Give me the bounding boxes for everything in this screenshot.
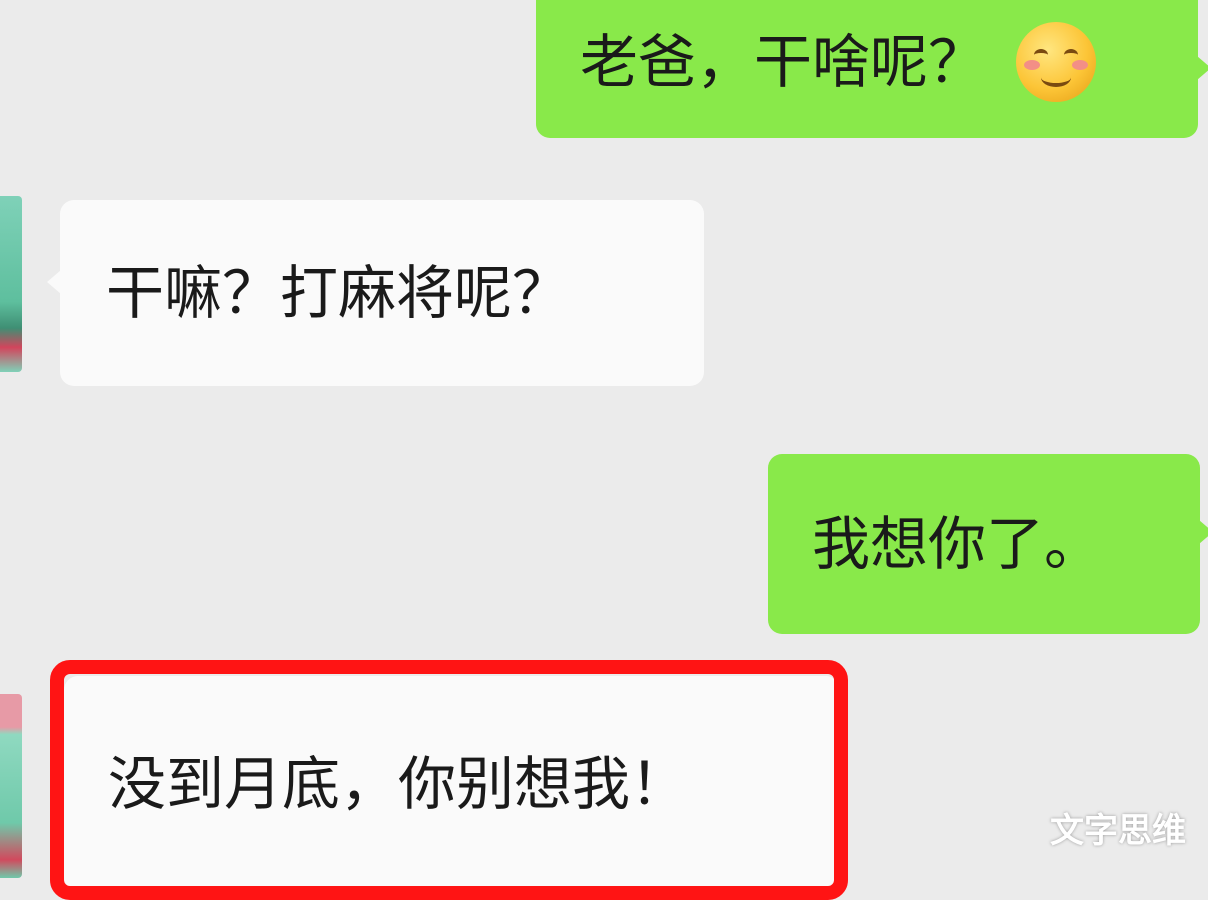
chat-window: 老爸，干啥呢？ 干嘛？打麻将呢？ 我想你了。 没到月底，你别想我！ 文字思维 xyxy=(0,0,1208,900)
outgoing-message-bubble[interactable]: 老爸，干啥呢？ xyxy=(536,0,1208,138)
incoming-message-bubble[interactable]: 干嘛？打麻将呢？ xyxy=(47,200,704,386)
highlight-box xyxy=(50,660,848,900)
watermark-text: 文字思维 xyxy=(1050,811,1186,851)
smiling-face-emoji-icon xyxy=(1016,22,1097,102)
outgoing-message-bubble[interactable]: 我想你了。 xyxy=(768,454,1208,634)
bubble-tail xyxy=(1197,56,1208,80)
message-text: 老爸，干啥呢？ xyxy=(580,28,987,96)
bubble-tail xyxy=(47,270,61,294)
message-text: 我想你了。 xyxy=(812,510,1103,578)
message-text: 干嘛？打麻将呢？ xyxy=(106,259,571,327)
bubble-tail xyxy=(1199,520,1208,544)
contact-avatar[interactable] xyxy=(0,694,22,878)
contact-avatar[interactable] xyxy=(0,196,22,372)
